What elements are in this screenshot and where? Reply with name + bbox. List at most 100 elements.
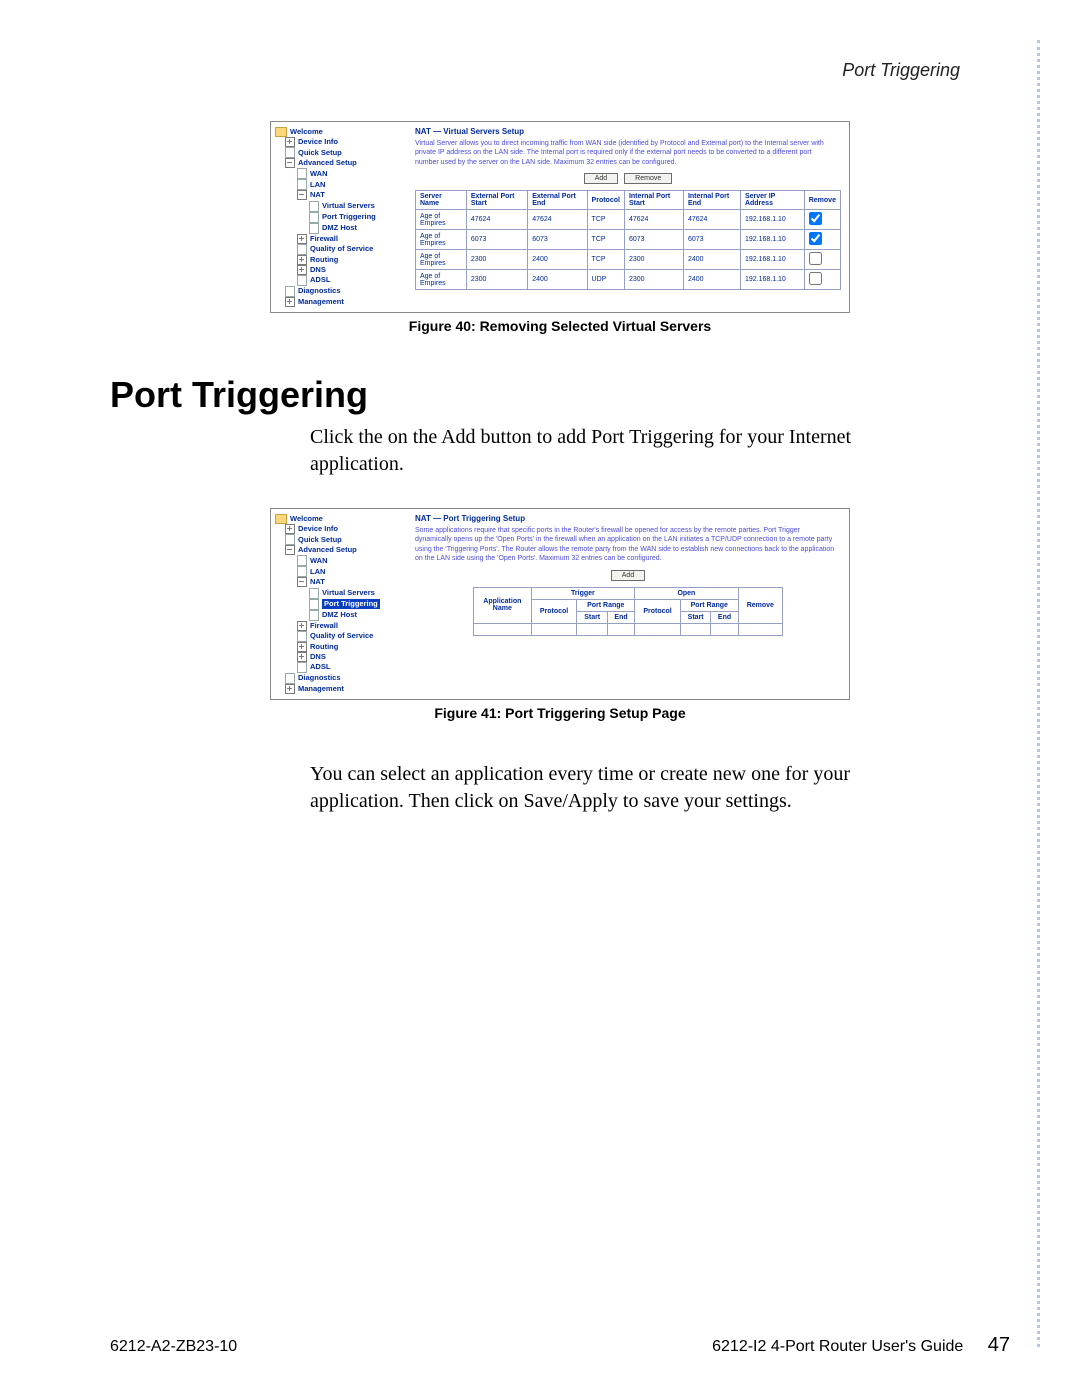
page-icon bbox=[297, 631, 307, 642]
table-cell: TCP bbox=[587, 210, 624, 230]
table-cell: 6073 bbox=[624, 230, 683, 250]
nav-item-label: WAN bbox=[310, 169, 328, 179]
nav-item[interactable]: WAN bbox=[275, 555, 405, 566]
panel-desc: Some applications require that specific … bbox=[415, 526, 835, 564]
tree-node-icon bbox=[285, 545, 295, 555]
page-icon bbox=[297, 179, 307, 190]
footer-right: 6212-I2 4-Port Router User's Guide bbox=[712, 1338, 963, 1355]
nav-item[interactable]: Diagnostics bbox=[275, 286, 405, 297]
nav-item[interactable]: DMZ Host bbox=[275, 223, 405, 234]
nav-item[interactable]: LAN bbox=[275, 179, 405, 190]
table-cell: 2400 bbox=[683, 270, 740, 290]
nav-item[interactable]: Welcome bbox=[275, 514, 405, 524]
tree-node-icon bbox=[285, 524, 295, 534]
nav-item[interactable]: Advanced Setup bbox=[275, 545, 405, 555]
panel-title: NAT — Virtual Servers Setup bbox=[415, 127, 841, 136]
nav-item-label: DNS bbox=[310, 652, 326, 662]
section-title: Port Triggering bbox=[110, 374, 1010, 416]
table-cell: 6073 bbox=[683, 230, 740, 250]
nav-item-label: Virtual Servers bbox=[322, 588, 375, 598]
page-icon bbox=[285, 673, 295, 684]
tree-node-icon bbox=[285, 297, 295, 307]
table-header: Server IP Address bbox=[740, 191, 804, 210]
nav-item-label: Device Info bbox=[298, 137, 338, 147]
nav-item[interactable]: Device Info bbox=[275, 137, 405, 147]
cell-empty bbox=[474, 623, 532, 635]
remove-checkbox[interactable] bbox=[809, 252, 822, 265]
nav-item[interactable]: NAT bbox=[275, 190, 405, 200]
add-button[interactable]: Add bbox=[584, 173, 618, 184]
panel-title: NAT — Port Triggering Setup bbox=[415, 514, 841, 523]
table-cell: 2400 bbox=[528, 250, 587, 270]
table-cell: TCP bbox=[587, 250, 624, 270]
table-cell: UDP bbox=[587, 270, 624, 290]
nav-item[interactable]: Virtual Servers bbox=[275, 588, 405, 599]
nav-item[interactable]: Quality of Service bbox=[275, 631, 405, 642]
nav-item-label: Advanced Setup bbox=[298, 545, 357, 555]
th-range: Port Range bbox=[577, 599, 635, 611]
nav-item-label: Routing bbox=[310, 642, 338, 652]
nav-item[interactable]: Quick Setup bbox=[275, 147, 405, 158]
add-button[interactable]: Add bbox=[611, 570, 645, 581]
nav-item[interactable]: DMZ Host bbox=[275, 610, 405, 621]
page-icon bbox=[297, 244, 307, 255]
table-cell: 47624 bbox=[683, 210, 740, 230]
tree-node-icon bbox=[297, 190, 307, 200]
nav-item[interactable]: Quick Setup bbox=[275, 534, 405, 545]
nav-item-label: Diagnostics bbox=[298, 673, 341, 683]
nav-item-label: Device Info bbox=[298, 524, 338, 534]
folder-icon bbox=[275, 514, 287, 524]
nav-item[interactable]: Welcome bbox=[275, 127, 405, 137]
nav-item[interactable]: Firewall bbox=[275, 234, 405, 244]
nav-item[interactable]: WAN bbox=[275, 168, 405, 179]
page-icon bbox=[297, 662, 307, 673]
nav-item-label: Routing bbox=[310, 255, 338, 265]
nav-item[interactable]: Management bbox=[275, 684, 405, 694]
page-icon bbox=[297, 555, 307, 566]
nav-item[interactable]: ADSL bbox=[275, 662, 405, 673]
nav-item-label: Quality of Service bbox=[310, 631, 373, 641]
tree-node-icon bbox=[285, 158, 295, 168]
nav-item[interactable]: NAT bbox=[275, 577, 405, 587]
nav-item-label: WAN bbox=[310, 556, 328, 566]
remove-checkbox[interactable] bbox=[809, 272, 822, 285]
nav-item-label: LAN bbox=[310, 567, 325, 577]
nav-item[interactable]: ADSL bbox=[275, 275, 405, 286]
table-header: Protocol bbox=[587, 191, 624, 210]
table-header: External Port Start bbox=[466, 191, 527, 210]
tree-node-icon bbox=[297, 621, 307, 631]
remove-button[interactable]: Remove bbox=[624, 173, 672, 184]
th-application: Application Name bbox=[474, 587, 532, 623]
nav-item[interactable]: Firewall bbox=[275, 621, 405, 631]
nav-item[interactable]: DNS bbox=[275, 265, 405, 275]
decoration-right-dots bbox=[1037, 40, 1040, 1347]
nav-item[interactable]: Routing bbox=[275, 642, 405, 652]
nav-item[interactable]: Quality of Service bbox=[275, 244, 405, 255]
nav-item[interactable]: Virtual Servers bbox=[275, 201, 405, 212]
nav-tree: WelcomeDevice InfoQuick SetupAdvanced Se… bbox=[271, 122, 407, 312]
figure-41-screenshot: WelcomeDevice InfoQuick SetupAdvanced Se… bbox=[270, 508, 850, 700]
nav-item[interactable]: Port Triggering bbox=[275, 212, 405, 223]
tree-node-icon bbox=[297, 577, 307, 587]
nav-item[interactable]: Port Triggering bbox=[275, 599, 405, 610]
nav-item[interactable]: Advanced Setup bbox=[275, 158, 405, 168]
remove-checkbox[interactable] bbox=[809, 232, 822, 245]
nav-item[interactable]: LAN bbox=[275, 566, 405, 577]
table-header: External Port End bbox=[528, 191, 587, 210]
tree-node-icon bbox=[297, 652, 307, 662]
nav-item-label: ADSL bbox=[310, 662, 330, 672]
panel-desc: Virtual Server allows you to direct inco… bbox=[415, 139, 835, 167]
nav-item[interactable]: Device Info bbox=[275, 524, 405, 534]
nav-item-label: ADSL bbox=[310, 275, 330, 285]
nav-item[interactable]: DNS bbox=[275, 652, 405, 662]
nav-item[interactable]: Diagnostics bbox=[275, 673, 405, 684]
th-remove: Remove bbox=[738, 587, 782, 623]
remove-checkbox[interactable] bbox=[809, 212, 822, 225]
nav-item[interactable]: Routing bbox=[275, 255, 405, 265]
page-icon bbox=[297, 566, 307, 577]
figure-41-caption: Figure 41: Port Triggering Setup Page bbox=[110, 705, 1010, 721]
nav-item-label: NAT bbox=[310, 577, 325, 587]
pt-panel: NAT — Port Triggering Setup Some applica… bbox=[407, 509, 849, 699]
nav-item[interactable]: Management bbox=[275, 297, 405, 307]
figure-40-screenshot: WelcomeDevice InfoQuick SetupAdvanced Se… bbox=[270, 121, 850, 313]
